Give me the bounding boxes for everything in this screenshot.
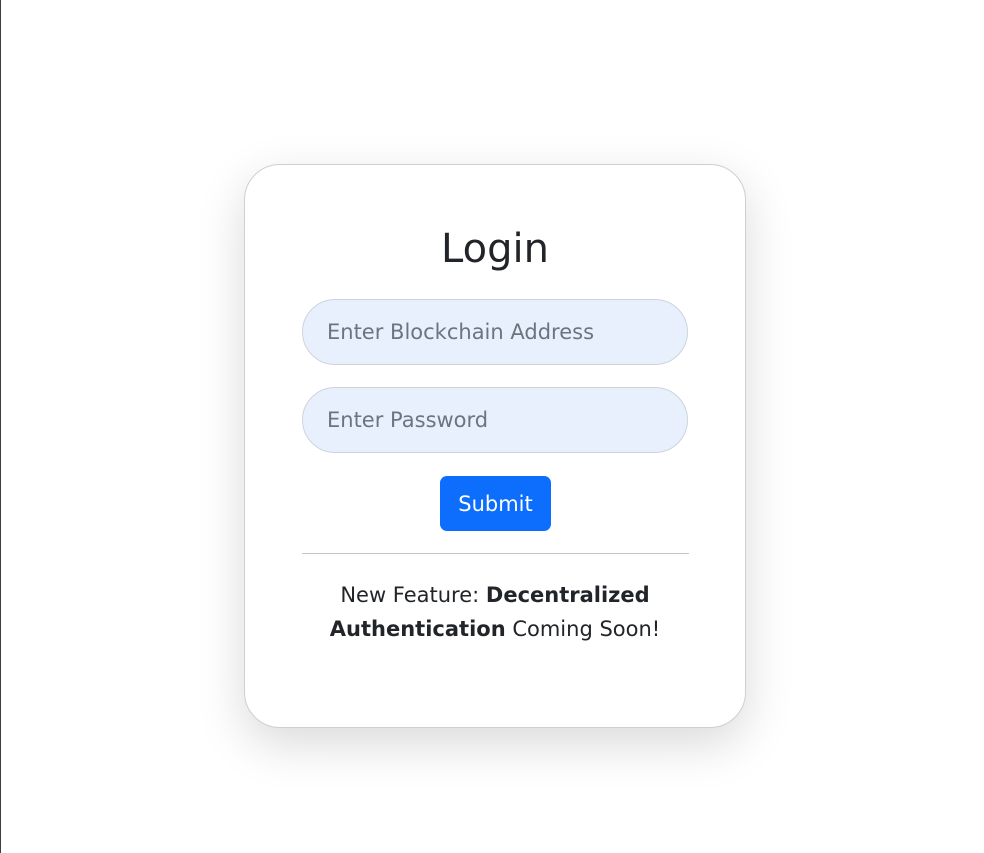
blockchain-address-input[interactable] [302,299,688,365]
password-input[interactable] [302,387,688,453]
feature-suffix: Coming Soon! [505,617,661,641]
feature-announcement: New Feature: Decentralized Authenticatio… [285,578,705,646]
login-card: Login Submit New Feature: Decentralized … [244,164,746,728]
submit-button[interactable]: Submit [440,476,551,531]
login-title: Login [441,226,549,272]
feature-prefix: New Feature: [340,583,486,607]
divider [302,553,689,554]
